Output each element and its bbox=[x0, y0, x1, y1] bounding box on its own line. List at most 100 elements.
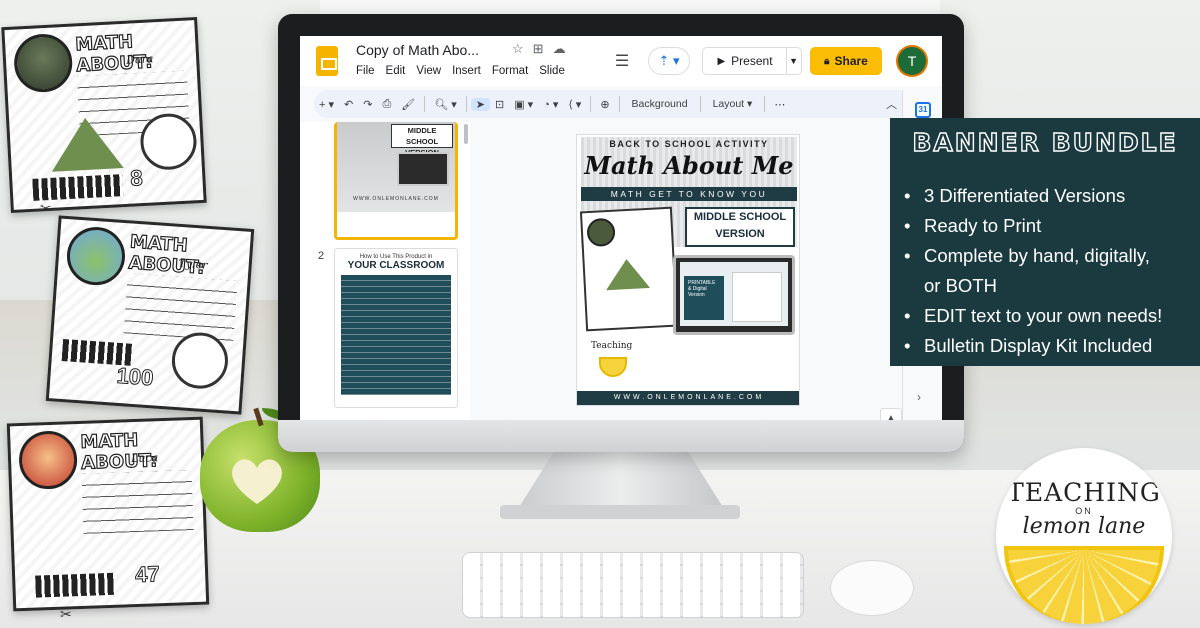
slide-poster-image bbox=[579, 206, 679, 332]
move-folder-icon[interactable]: ⊞ bbox=[533, 41, 544, 56]
logo-line-3: lemon lane bbox=[1022, 514, 1146, 539]
poster-name: Tyler bbox=[178, 256, 208, 272]
poster-dara: MATH ABOUT: Dara 8 bbox=[1, 16, 207, 214]
thumb-url: WWW.ONLEMONLANE.COM bbox=[353, 196, 439, 202]
poster-lines bbox=[81, 470, 194, 534]
paint-format-icon[interactable]: 🖌︎ bbox=[396, 98, 420, 111]
slide-number: 2 bbox=[318, 250, 325, 262]
banner-bundle-box: BANNER BUNDLE 3 Differentiated Versions … bbox=[890, 118, 1200, 366]
comments-icon[interactable]: ☰ bbox=[610, 47, 634, 75]
document-title[interactable]: Copy of Math Abo... bbox=[356, 42, 479, 58]
background-button[interactable]: Background bbox=[624, 98, 696, 110]
toolbar: + ▾ ↶ ↷ ⎙ 🖌︎ 🔍︎ ▾ ➤ ⊡ ▣ ▾ ◔ ▾ ⟨ ▾ ⊕ Back… bbox=[314, 90, 910, 118]
current-slide[interactable]: BACK TO SCHOOL ACTIVITY Math About Me MA… bbox=[576, 134, 800, 406]
line-icon[interactable]: ⟨ ▾ bbox=[563, 98, 586, 111]
redo-icon[interactable]: ↷ bbox=[358, 98, 377, 111]
poster-number: 47 bbox=[134, 561, 161, 588]
app-header: Copy of Math Abo... ☆ ⊞ ☁ File Edit View I… bbox=[300, 36, 942, 86]
menu-slide[interactable]: Slide bbox=[539, 65, 565, 77]
menu-bar: File Edit View Insert Format Slide bbox=[356, 65, 565, 77]
poster-tyler: MATH ABOUT: Tyler 100 bbox=[45, 215, 255, 415]
poster-name: Dara bbox=[125, 52, 154, 67]
banner-title: BANNER BUNDLE bbox=[912, 127, 1178, 157]
slide-kicker: BACK TO SCHOOL ACTIVITY bbox=[609, 139, 769, 149]
feature-item: Bulletin Display Kit Included bbox=[902, 331, 1162, 361]
slide-url: WWW.ONLEMONLANE.COM bbox=[577, 391, 799, 405]
feature-item: Ready to Print bbox=[902, 211, 1162, 241]
filmstrip-graphic bbox=[35, 572, 116, 598]
chevron-right-icon[interactable]: › bbox=[917, 390, 921, 404]
menu-edit[interactable]: Edit bbox=[386, 65, 406, 77]
share-button[interactable]: 🔒︎ Share bbox=[810, 47, 882, 75]
feature-item: 3 Differentiated Versions bbox=[902, 181, 1162, 211]
add-comment-icon[interactable]: ⊕ bbox=[595, 98, 614, 111]
text-box-icon[interactable]: ⊡ bbox=[490, 98, 509, 111]
avatar[interactable]: T bbox=[898, 47, 926, 75]
poster-lines bbox=[123, 273, 238, 341]
shape-icon[interactable]: ◔ ▾ bbox=[538, 98, 563, 111]
slides-app: Copy of Math Abo... ☆ ⊞ ☁ File Edit View I… bbox=[300, 36, 942, 420]
layout-button[interactable]: Layout ▾ bbox=[705, 98, 761, 110]
monitor-stand bbox=[516, 452, 726, 512]
image-icon[interactable]: ▣ ▾ bbox=[509, 98, 538, 111]
present-label: Present bbox=[731, 54, 773, 68]
monitor: Copy of Math Abo... ☆ ⊞ ☁ File Edit View I… bbox=[278, 14, 964, 452]
laptop-label: PRINTABLE & Digital Version bbox=[684, 276, 724, 320]
chevron-down-icon[interactable]: ▼ bbox=[789, 56, 798, 66]
slide-thumbnail-1[interactable]: MIDDLE SCHOOL VERSION WWW.ONLEMONLANE.CO… bbox=[334, 122, 458, 240]
slide-version: MIDDLE SCHOOL VERSION bbox=[685, 207, 795, 247]
teaching-on-lemon-lane-logo: TEACHING ON lemon lane bbox=[996, 448, 1172, 624]
menu-format[interactable]: Format bbox=[492, 65, 528, 77]
thumb-body bbox=[341, 275, 451, 395]
menu-view[interactable]: View bbox=[416, 65, 441, 77]
calendar-icon[interactable]: 31 bbox=[915, 102, 931, 118]
keyboard bbox=[462, 552, 804, 618]
feature-item-continued: or BOTH bbox=[924, 275, 997, 296]
more-icon[interactable]: ⋯ bbox=[769, 98, 790, 111]
explore-icon[interactable]: ▲ bbox=[880, 408, 902, 420]
present-icon: ▶ bbox=[717, 55, 726, 67]
slide-thumbnail-2[interactable]: How to Use This Product in YOUR CLASSROO… bbox=[334, 248, 458, 408]
poster-luca: MATH ABOUT: Luca 47 bbox=[6, 416, 210, 612]
feature-item: EDIT text to your own needs! bbox=[902, 301, 1162, 331]
menu-insert[interactable]: Insert bbox=[452, 65, 481, 77]
present-button[interactable]: ▶ Present ▼ bbox=[702, 47, 802, 75]
share-label: Share bbox=[834, 54, 868, 68]
print-icon[interactable]: ⎙ bbox=[377, 98, 396, 111]
triangle-graphic bbox=[49, 116, 124, 172]
scissors-icon: ✂ bbox=[40, 200, 52, 216]
feature-list: 3 Differentiated Versions Ready to Print… bbox=[902, 181, 1162, 361]
scissors-icon: ✂ bbox=[60, 606, 72, 622]
slide-canvas: BACK TO SCHOOL ACTIVITY Math About Me MA… bbox=[472, 122, 942, 420]
zoom-icon[interactable]: 🔍︎ ▾ bbox=[429, 98, 462, 111]
monitor-chin bbox=[278, 420, 964, 452]
logo-line-1: TEACHING bbox=[1007, 478, 1161, 507]
title-icons: ☆ ⊞ ☁ bbox=[512, 41, 575, 57]
collapse-toolbar-icon[interactable]: ︿ bbox=[881, 96, 902, 112]
filmstrip: MIDDLE SCHOOL VERSION WWW.ONLEMONLANE.CO… bbox=[300, 122, 470, 420]
poster-number: 100 bbox=[115, 362, 155, 391]
star-icon[interactable]: ☆ bbox=[512, 41, 524, 56]
slide-laptop-image: PRINTABLE & Digital Version bbox=[673, 255, 795, 335]
feature-item: Complete by hand, digitally, bbox=[902, 241, 1162, 271]
filmstrip-scrollbar[interactable] bbox=[464, 124, 468, 144]
slide-band: MATH GET TO KNOW YOU bbox=[581, 187, 797, 201]
poster-name: Luca bbox=[130, 451, 159, 466]
new-slide-icon[interactable]: + ▾ bbox=[314, 98, 339, 111]
monitor-stand-base bbox=[500, 505, 740, 519]
slides-logo-icon[interactable] bbox=[316, 46, 338, 76]
select-icon[interactable]: ➤ bbox=[470, 97, 490, 111]
undo-icon[interactable]: ↶ bbox=[339, 98, 358, 111]
menu-file[interactable]: File bbox=[356, 65, 375, 77]
meet-present-button[interactable]: ⇡ ▾ bbox=[648, 47, 690, 75]
apple-heart-bite bbox=[228, 454, 286, 508]
cloud-status-icon[interactable]: ☁ bbox=[553, 41, 566, 56]
thumb-heading: YOUR CLASSROOM bbox=[347, 260, 445, 271]
poster-number: 8 bbox=[129, 165, 144, 192]
mouse bbox=[830, 560, 914, 616]
lemon-icon bbox=[599, 357, 627, 377]
lock-icon: 🔒︎ bbox=[824, 55, 830, 67]
slide-brand: Teaching bbox=[591, 341, 633, 351]
thumb-version-text: MIDDLE SCHOOL VERSION bbox=[391, 124, 453, 157]
thumb-laptop bbox=[397, 152, 449, 186]
